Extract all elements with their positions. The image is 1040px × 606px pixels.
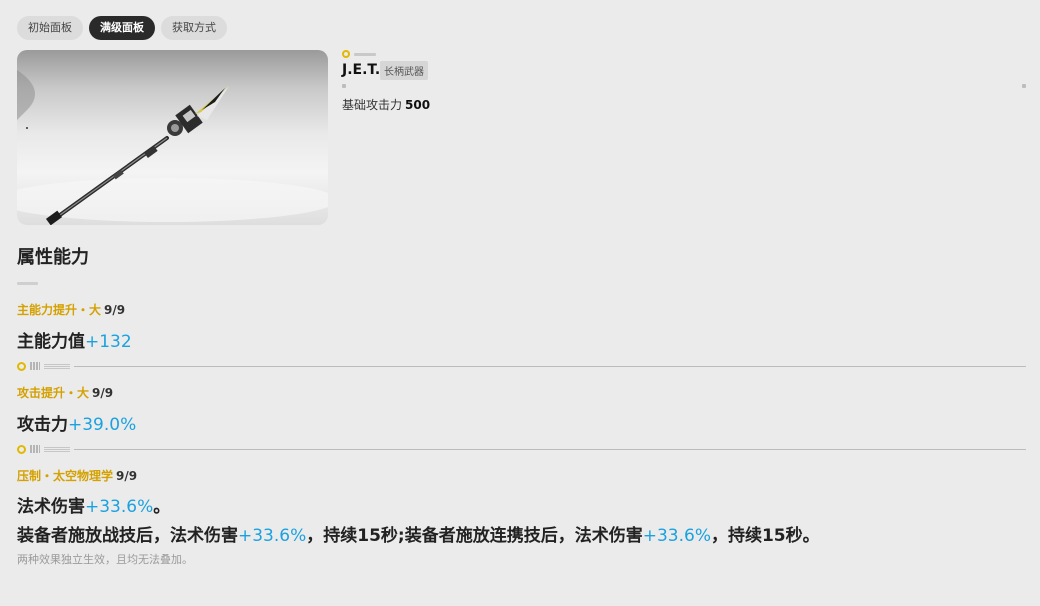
- attribute-divider-2: [17, 443, 1026, 455]
- attribute-value-highlight: +33.6%: [85, 497, 154, 517]
- divider-line: [74, 448, 1026, 450]
- base-attack-label: 基础攻击力: [342, 98, 403, 112]
- effect-text-c: ，持续15秒。: [710, 526, 820, 546]
- effect-text-a: 装备者施放战技后，法术伤害: [17, 526, 238, 546]
- attribute-value-2: 攻击力+39.0%: [17, 410, 136, 435]
- attribute-name: 攻击提升・大: [17, 386, 90, 400]
- attribute-level: 9/9: [104, 303, 126, 317]
- attribute-divider-1: [17, 360, 1026, 372]
- attribute-level: 9/9: [92, 386, 114, 400]
- attribute-label-1: 主能力提升・大 9/9: [17, 301, 125, 318]
- attribute-value-tail: 。: [153, 497, 171, 517]
- divider-text-mark: [44, 363, 70, 369]
- section-underline: [17, 282, 38, 285]
- divider-ring-icon: [17, 444, 26, 454]
- weapon-info: J.E.T. 长柄武器 基础攻击力 500: [342, 48, 1026, 118]
- info-dot-left: [342, 84, 346, 88]
- effect-highlight-2: +33.6%: [642, 526, 711, 546]
- divider-text-mark: [44, 446, 70, 452]
- weapon-name: J.E.T.: [342, 62, 381, 78]
- rarity-ring-icon: [342, 50, 350, 58]
- spear-icon: [17, 70, 328, 225]
- attribute-value-text: 法术伤害: [17, 497, 85, 517]
- attribute-label-2: 攻击提升・大 9/9: [17, 384, 113, 401]
- weapon-type-badge: 长柄武器: [380, 61, 428, 80]
- rarity-bar: [354, 52, 376, 56]
- attribute-value-highlight: +39.0%: [68, 415, 137, 435]
- weapon-image: [17, 50, 328, 225]
- effect-highlight-1: +33.6%: [238, 526, 307, 546]
- attribute-label-3: 压制・太空物理学 9/9: [17, 467, 137, 484]
- attribute-value-3a: 法术伤害+33.6%。: [17, 492, 170, 517]
- attribute-name: 压制・太空物理学: [17, 469, 114, 483]
- divider-ring-icon: [17, 361, 26, 371]
- attribute-value-text: 主能力值: [17, 332, 85, 352]
- effect-note: 两种效果独立生效，且均无法叠加。: [17, 553, 193, 566]
- base-attack-value: 500: [405, 98, 431, 112]
- rarity-indicator: [342, 50, 376, 58]
- panel-tabs: 初始面板 满级面板 获取方式: [17, 16, 227, 40]
- info-dot-right: [1022, 84, 1026, 88]
- attribute-level: 9/9: [116, 469, 138, 483]
- divider-line: [74, 365, 1026, 367]
- attribute-value-highlight: +132: [85, 332, 132, 352]
- tab-max-level-panel[interactable]: 满级面板: [89, 16, 155, 40]
- section-title: 属性能力: [17, 247, 89, 268]
- tab-acquisition[interactable]: 获取方式: [161, 16, 227, 40]
- tab-initial-panel[interactable]: 初始面板: [17, 16, 83, 40]
- divider-stripes: [30, 362, 40, 370]
- divider-stripes: [30, 445, 40, 453]
- effect-text-b: ，持续15秒;装备者施放连携技后，法术伤害: [306, 526, 643, 546]
- attribute-name: 主能力提升・大: [17, 303, 102, 317]
- attribute-value-1: 主能力值+132: [17, 327, 132, 352]
- attribute-value-3b: 装备者施放战技后，法术伤害+33.6%，持续15秒;装备者施放连携技后，法术伤害…: [17, 521, 820, 546]
- base-attack: 基础攻击力 500: [342, 96, 430, 113]
- attribute-value-text: 攻击力: [17, 415, 68, 435]
